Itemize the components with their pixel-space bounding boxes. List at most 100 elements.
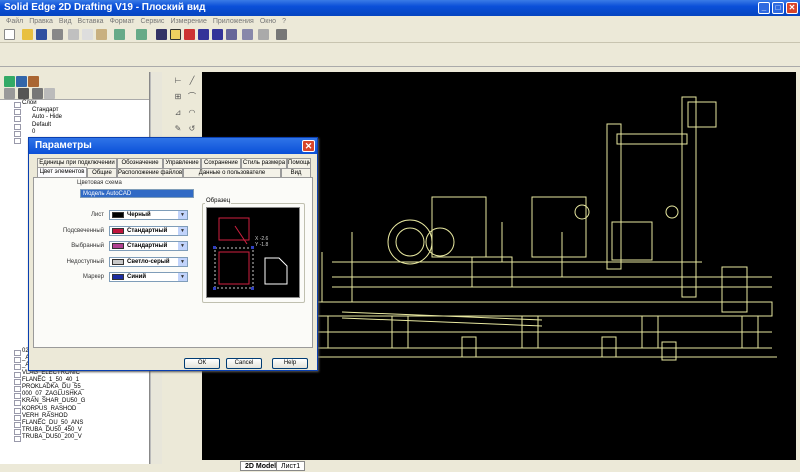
- layer-item[interactable]: 0: [14, 129, 149, 138]
- paste-icon[interactable]: [96, 29, 107, 40]
- file-item[interactable]: 000_07_ZAGLUSHKA: [14, 391, 149, 400]
- dimension-icon[interactable]: ⊢: [172, 76, 184, 86]
- tab-annotation[interactable]: Обозначение: [117, 158, 163, 168]
- menu-item[interactable]: Измерение: [170, 18, 206, 25]
- polyline-icon[interactable]: ⌒: [186, 92, 198, 102]
- color-select[interactable]: Стандартный ▼: [109, 225, 188, 236]
- color-select[interactable]: Стандартный ▼: [109, 241, 188, 251]
- layer-item[interactable]: Auto - Hide: [14, 114, 149, 123]
- secondary-toolbar: [0, 43, 800, 67]
- menu-item[interactable]: Приложения: [213, 18, 254, 25]
- menu-item[interactable]: Сервис: [140, 18, 164, 25]
- tab-dim-style[interactable]: Стиль размера: [241, 158, 287, 168]
- layer-item[interactable]: Стандарт: [14, 107, 149, 116]
- standard-toolbar: [0, 27, 800, 43]
- window-titlebar: Solid Edge 2D Drafting V19 - Плоский вид…: [0, 0, 800, 16]
- grid-icon[interactable]: [258, 29, 269, 40]
- color-value: Стандартный: [127, 243, 168, 249]
- color-row-label: Недоступный: [66, 258, 104, 265]
- color-scheme-select[interactable]: Модель AutoCAD: [80, 189, 194, 198]
- chevron-down-icon[interactable]: ▼: [178, 226, 187, 235]
- layer-hide-icon[interactable]: [32, 88, 43, 99]
- tab-2d-model[interactable]: 2D Model: [240, 461, 282, 471]
- layer-list: Стандарт Auto - Hide Default 0: [14, 107, 149, 138]
- line-icon[interactable]: ╱: [186, 76, 198, 86]
- pan-icon[interactable]: [226, 29, 237, 40]
- menu-item[interactable]: Правка: [29, 18, 53, 25]
- chevron-down-icon[interactable]: ▼: [178, 273, 187, 281]
- edgebar-toolbar: [0, 72, 149, 100]
- minimize-button[interactable]: _: [758, 2, 770, 14]
- maximize-button[interactable]: □: [772, 2, 784, 14]
- file-item[interactable]: PROKLADKA_DU_55_: [14, 384, 149, 393]
- cut-icon[interactable]: [68, 29, 79, 40]
- fit-icon[interactable]: [156, 29, 167, 40]
- chevron-down-icon[interactable]: ▼: [178, 257, 187, 266]
- arc-icon[interactable]: ◠: [186, 108, 198, 118]
- copy-icon[interactable]: [82, 29, 93, 40]
- menu-item[interactable]: Файл: [6, 18, 23, 25]
- color-select[interactable]: Черный ▼: [109, 210, 188, 220]
- tab-icon-1[interactable]: [4, 76, 15, 87]
- zoom-out-icon[interactable]: [212, 29, 223, 40]
- file-item[interactable]: VERH_RASHOD: [14, 413, 149, 422]
- element-colors-panel: Цветовая схема Модель AutoCAD Лист Черный…: [33, 177, 313, 348]
- print-icon[interactable]: [52, 29, 63, 40]
- angle-dim-icon[interactable]: ⊿: [172, 108, 184, 118]
- file-item[interactable]: TRUBA_DU50_450_V: [14, 427, 149, 436]
- save-icon[interactable]: [36, 29, 47, 40]
- menu-item[interactable]: Вид: [59, 18, 72, 25]
- cancel-button[interactable]: Cancel: [226, 358, 262, 369]
- color-swatch: [112, 227, 124, 234]
- draw-icon[interactable]: [276, 29, 287, 40]
- file-item[interactable]: FLANEC_DU_50_ANS: [14, 420, 149, 429]
- dialog-close-button[interactable]: ✕: [302, 140, 315, 152]
- ok-button[interactable]: ОК: [184, 358, 220, 369]
- fit-view-icon[interactable]: [242, 29, 253, 40]
- close-button[interactable]: ✕: [786, 2, 798, 14]
- color-select[interactable]: Светло-серый ▼: [109, 256, 188, 267]
- tab-icon-2[interactable]: [16, 76, 27, 87]
- new-icon[interactable]: [4, 29, 15, 40]
- open-icon[interactable]: [22, 29, 33, 40]
- color-swatch: [112, 212, 124, 218]
- file-item[interactable]: KORPUS_RASHOD: [14, 406, 149, 414]
- color-value: Черный: [127, 212, 151, 218]
- menu-item[interactable]: Формат: [110, 18, 135, 25]
- color-swatch: [112, 274, 124, 280]
- menu-bar: Файл Правка Вид Вставка Формат Сервис Измерени…: [0, 16, 800, 27]
- menu-item[interactable]: ?: [282, 18, 286, 25]
- tab-help[interactable]: Помощь: [287, 158, 311, 168]
- layer-new-icon[interactable]: [4, 88, 15, 99]
- menu-item[interactable]: Окно: [260, 18, 276, 25]
- zoom-in-icon[interactable]: [198, 29, 209, 40]
- file-item[interactable]: KRAN_SHAR_DU50_G: [14, 398, 149, 407]
- options-dialog: Параметры ✕ Единицы при подключении Обоз…: [28, 137, 318, 371]
- smart-dim-icon[interactable]: ⊞: [172, 92, 184, 102]
- help-button[interactable]: Help: [272, 358, 308, 369]
- preview-label: Образец: [205, 198, 232, 204]
- annotation-icon[interactable]: ✎: [172, 124, 184, 134]
- layer-item[interactable]: Default: [14, 122, 149, 130]
- dialog-title: Параметры ✕: [29, 138, 317, 154]
- menu-item[interactable]: Вставка: [78, 18, 104, 25]
- tab-management[interactable]: Управление: [163, 158, 201, 168]
- color-select[interactable]: Синий ▼: [109, 272, 188, 282]
- chevron-down-icon[interactable]: ▼: [178, 242, 187, 250]
- layer-show-icon[interactable]: [18, 88, 29, 99]
- file-item[interactable]: TRUBA_DU50_200_V: [14, 434, 149, 443]
- tab-icon-3[interactable]: [28, 76, 39, 87]
- tab-sheet1[interactable]: Лист1: [276, 461, 306, 471]
- color-value: Светло-серый: [127, 258, 170, 265]
- undo-icon[interactable]: [114, 29, 125, 40]
- zoom-area-icon[interactable]: [184, 29, 195, 40]
- chevron-down-icon[interactable]: ▼: [178, 211, 187, 219]
- tree-root[interactable]: Слои: [14, 100, 149, 109]
- file-item[interactable]: FLANEC_1_50_40_1: [14, 377, 149, 386]
- curve-icon[interactable]: ↺: [186, 124, 198, 134]
- tab-saving[interactable]: Сохранение: [201, 158, 241, 168]
- color-row-label: Лист: [90, 212, 104, 218]
- select-tool-icon[interactable]: [170, 29, 181, 40]
- layer-delete-icon[interactable]: [44, 88, 55, 99]
- redo-icon[interactable]: [136, 29, 147, 40]
